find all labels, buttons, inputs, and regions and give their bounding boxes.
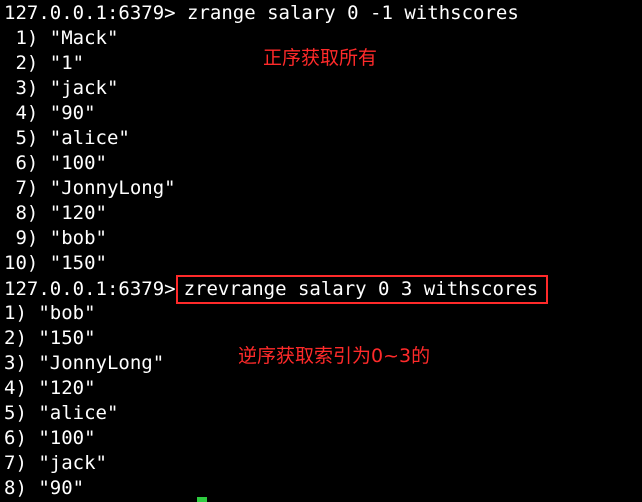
output-line: 4) "120" <box>4 377 96 399</box>
output-line: 2) "1" <box>4 52 85 74</box>
command-line-1: 127.0.0.1:6379> zrange salary 0 -1 withs… <box>4 1 519 26</box>
prompt: 127.0.0.1:6379> <box>4 278 176 300</box>
command-text: zrevrange salary 0 3 withscores <box>183 278 539 300</box>
output-line: 5) "alice" <box>4 127 130 149</box>
output-line: 6) "100" <box>4 152 107 174</box>
output-line: 8) "120" <box>4 202 107 224</box>
annotation-descending-index: 逆序获取索引为0~3的 <box>238 345 431 367</box>
output-line: 4) "90" <box>4 102 96 124</box>
terminal-window[interactable]: 127.0.0.1:6379> zrange salary 0 -1 withs… <box>0 0 642 502</box>
output-line: 6) "100" <box>4 427 96 449</box>
output-line: 9) "bob" <box>4 227 107 249</box>
command-line-2: 127.0.0.1:6379> zrevrange salary 0 3 with… <box>4 275 549 304</box>
output-line: 2) "150" <box>4 327 96 349</box>
annotation-ascending-all: 正序获取所有 <box>263 47 378 69</box>
output-line: 1) "Mack" <box>4 27 119 49</box>
terminal-cursor <box>197 497 207 502</box>
output-line: 5) "alice" <box>4 402 119 424</box>
highlighted-command-box: zrevrange salary 0 3 withscores <box>175 275 549 304</box>
output-line: 3) "JonnyLong" <box>4 352 165 374</box>
output-line: 7) "JonnyLong" <box>4 177 176 199</box>
output-line: 8) "90" <box>4 477 85 499</box>
output-line: 1) "bob" <box>4 302 96 324</box>
output-line: 7) "jack" <box>4 452 107 474</box>
output-line: 10) "150" <box>4 252 107 274</box>
output-line: 3) "jack" <box>4 77 119 99</box>
prompt: 127.0.0.1:6379> <box>4 2 188 24</box>
command-text: zrange salary 0 -1 withscores <box>187 2 519 24</box>
